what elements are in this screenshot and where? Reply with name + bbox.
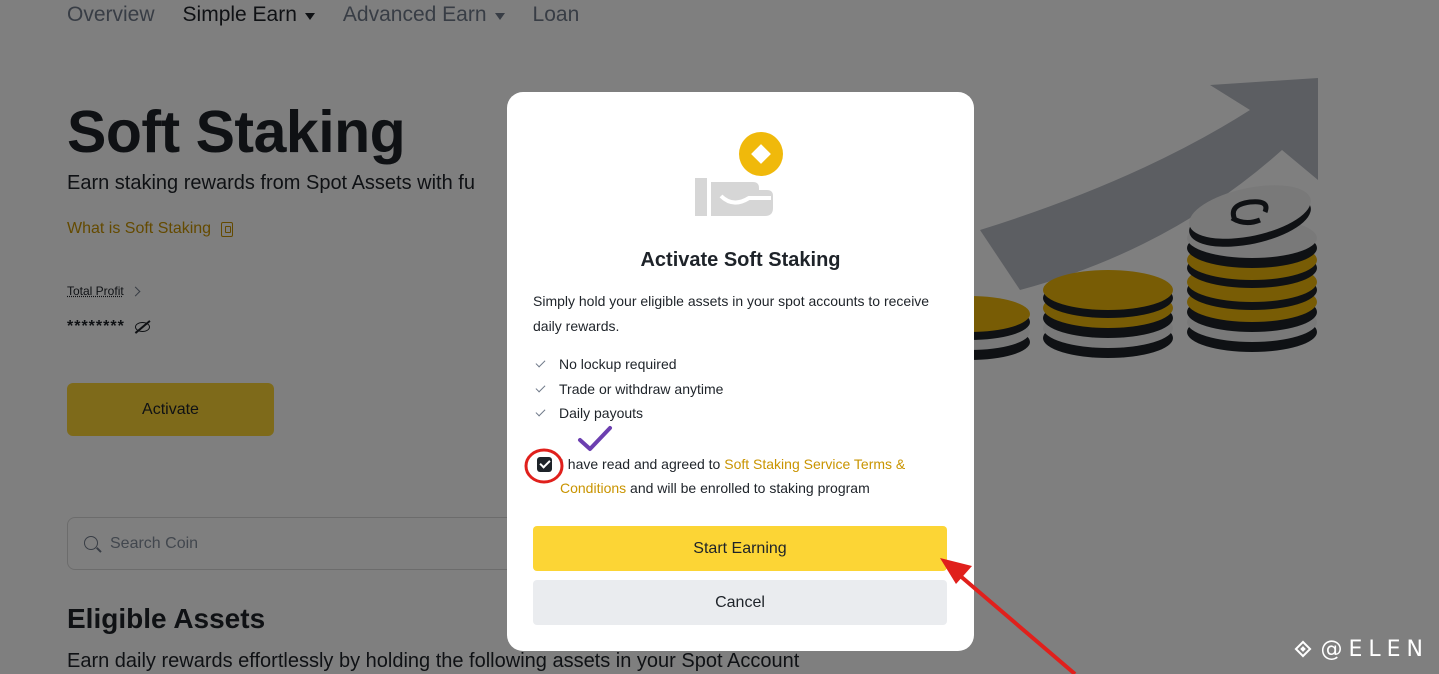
agree-text-line2: Conditions and will be enrolled to staki… xyxy=(533,476,953,500)
start-earning-button[interactable]: Start Earning xyxy=(533,526,947,571)
agree-checkbox[interactable] xyxy=(537,456,552,472)
agree-suffix: and will be enrolled to staking program xyxy=(630,480,870,496)
terms-link-cont[interactable]: Conditions xyxy=(560,480,626,496)
activate-modal: Activate Soft Staking Simply hold your e… xyxy=(507,92,974,651)
terms-agreement: I have read and agreed to Soft Staking S… xyxy=(533,452,953,500)
modal-title: Activate Soft Staking xyxy=(640,249,841,271)
watermark-text: @ELEN xyxy=(1320,636,1429,662)
check-icon xyxy=(535,406,546,417)
feature-item: Daily payouts xyxy=(533,401,723,426)
hand-coin-icon xyxy=(695,132,783,216)
feature-item: No lockup required xyxy=(533,352,723,377)
diamond-logo-icon xyxy=(1294,640,1312,658)
feature-label: Trade or withdraw anytime xyxy=(559,380,724,397)
check-icon xyxy=(535,357,546,368)
feature-label: Daily payouts xyxy=(559,405,644,422)
agree-prefix: I have read and agreed to xyxy=(560,456,721,472)
page: Overview Simple Earn Advanced Earn Loan … xyxy=(0,0,1439,674)
check-icon xyxy=(535,382,546,393)
cancel-button[interactable]: Cancel xyxy=(533,580,947,625)
agree-text-line1: I have read and agreed to Soft Staking S… xyxy=(560,452,905,476)
terms-link[interactable]: Soft Staking Service Terms & xyxy=(724,456,905,472)
watermark: @ELEN xyxy=(1290,636,1429,662)
feature-label: No lockup required xyxy=(559,356,677,373)
modal-description: Simply hold your eligible assets in your… xyxy=(533,293,930,334)
feature-item: Trade or withdraw anytime xyxy=(533,377,723,402)
feature-list: No lockup required Trade or withdraw any… xyxy=(533,352,723,426)
